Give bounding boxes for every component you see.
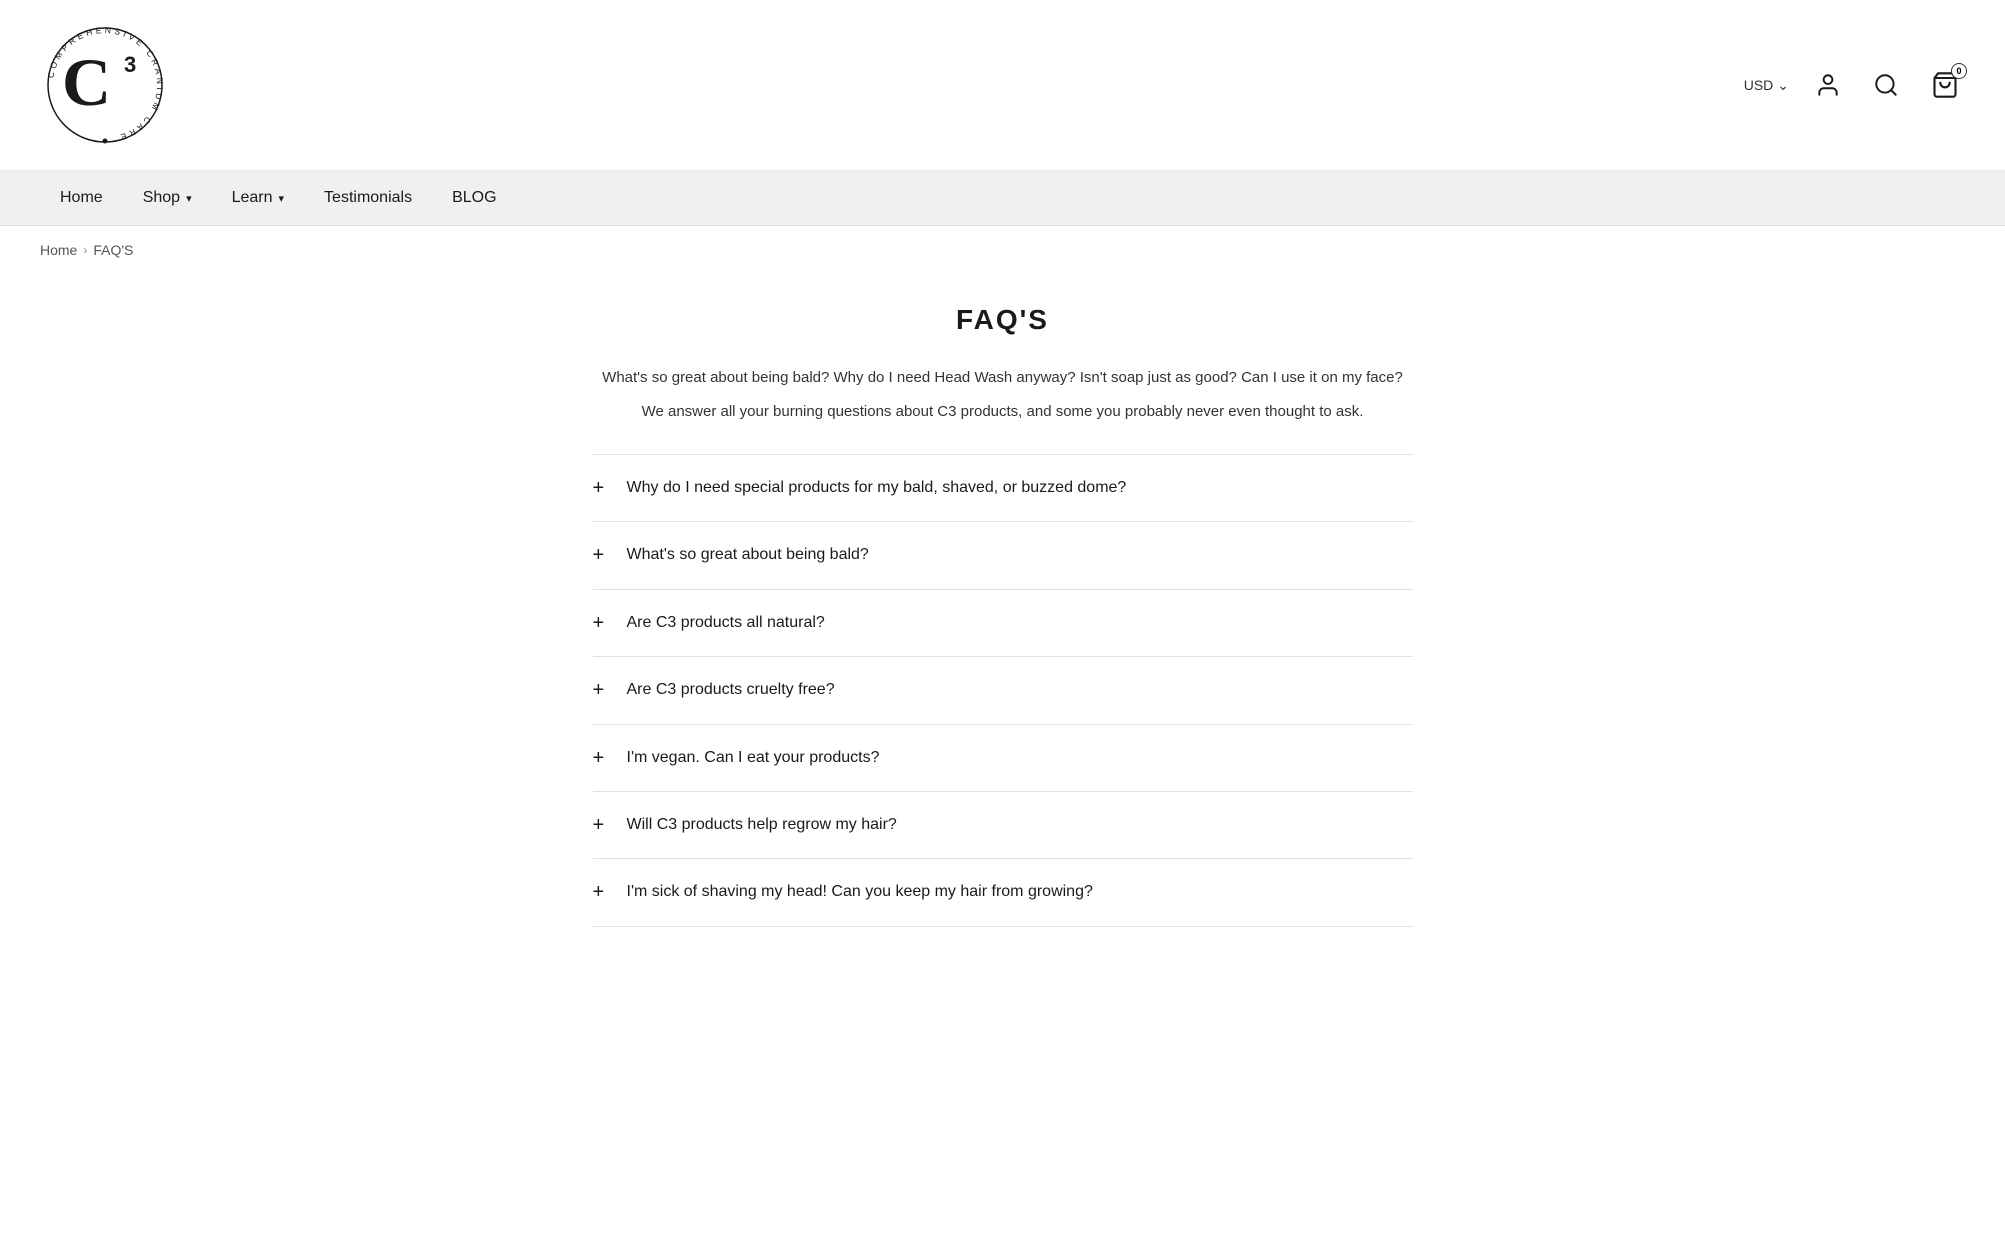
faq-intro-line1: What's so great about being bald? Why do… xyxy=(593,366,1413,390)
faq-item-2[interactable]: + Are C3 products all natural? xyxy=(593,590,1413,657)
faq-question-4: I'm vegan. Can I eat your products? xyxy=(627,747,880,769)
breadcrumb-home-link[interactable]: Home xyxy=(40,242,77,258)
nav-item-home[interactable]: Home xyxy=(40,171,123,225)
faq-question-6: I'm sick of shaving my head! Can you kee… xyxy=(627,881,1093,903)
currency-chevron-icon: ⌄ xyxy=(1777,77,1789,94)
currency-label: USD xyxy=(1744,77,1774,93)
nav-item-blog[interactable]: BLOG xyxy=(432,171,516,225)
currency-selector[interactable]: USD ⌄ xyxy=(1744,77,1789,94)
faq-expand-icon-2: + xyxy=(593,613,613,633)
breadcrumb: Home › FAQ'S xyxy=(0,226,2005,274)
faq-expand-icon-4: + xyxy=(593,748,613,768)
nav-home-label: Home xyxy=(60,189,103,207)
nav-shop-label: Shop xyxy=(143,189,180,207)
main-content: FAQ'S What's so great about being bald? … xyxy=(553,274,1453,987)
nav-learn-label: Learn xyxy=(232,189,273,207)
faq-question-2: Are C3 products all natural? xyxy=(627,612,825,634)
cart-count: 0 xyxy=(1951,63,1967,79)
account-icon xyxy=(1815,72,1841,98)
nav-item-shop[interactable]: Shop ▾ xyxy=(123,171,212,225)
account-button[interactable] xyxy=(1809,66,1847,104)
svg-text:C: C xyxy=(62,44,111,120)
search-icon xyxy=(1873,72,1899,98)
nav-item-testimonials[interactable]: Testimonials xyxy=(304,171,432,225)
header-actions: USD ⌄ 0 xyxy=(1744,65,1965,105)
nav-testimonials-label: Testimonials xyxy=(324,189,412,207)
nav-item-learn[interactable]: Learn ▾ xyxy=(212,171,304,225)
faq-intro-line2: We answer all your burning questions abo… xyxy=(593,400,1413,424)
faq-expand-icon-5: + xyxy=(593,815,613,835)
faq-item-0[interactable]: + Why do I need special products for my … xyxy=(593,455,1413,522)
breadcrumb-current: FAQ'S xyxy=(93,242,133,258)
faq-expand-icon-0: + xyxy=(593,478,613,498)
faq-expand-icon-6: + xyxy=(593,882,613,902)
site-header: COMPREHENSIVE CRANIUM CARE C 3 USD ⌄ xyxy=(0,0,2005,171)
page-title: FAQ'S xyxy=(593,304,1413,336)
faq-item-4[interactable]: + I'm vegan. Can I eat your products? xyxy=(593,725,1413,792)
faq-expand-icon-3: + xyxy=(593,680,613,700)
faq-list: + Why do I need special products for my … xyxy=(593,454,1413,927)
faq-question-0: Why do I need special products for my ba… xyxy=(627,477,1127,499)
faq-item-3[interactable]: + Are C3 products cruelty free? xyxy=(593,657,1413,724)
cart-button[interactable]: 0 xyxy=(1925,65,1965,105)
main-nav: Home Shop ▾ Learn ▾ Testimonials BLOG xyxy=(0,171,2005,226)
logo[interactable]: COMPREHENSIVE CRANIUM CARE C 3 xyxy=(40,20,170,150)
faq-item-6[interactable]: + I'm sick of shaving my head! Can you k… xyxy=(593,859,1413,926)
search-button[interactable] xyxy=(1867,66,1905,104)
faq-question-5: Will C3 products help regrow my hair? xyxy=(627,814,897,836)
logo-circle: COMPREHENSIVE CRANIUM CARE C 3 xyxy=(40,20,170,150)
faq-item-1[interactable]: + What's so great about being bald? xyxy=(593,522,1413,589)
faq-item-5[interactable]: + Will C3 products help regrow my hair? xyxy=(593,792,1413,859)
faq-question-3: Are C3 products cruelty free? xyxy=(627,679,835,701)
nav-blog-label: BLOG xyxy=(452,189,496,207)
shop-chevron-icon: ▾ xyxy=(186,192,192,205)
faq-expand-icon-1: + xyxy=(593,545,613,565)
faq-question-1: What's so great about being bald? xyxy=(627,544,869,566)
breadcrumb-separator: › xyxy=(83,243,87,257)
learn-chevron-icon: ▾ xyxy=(279,192,285,205)
svg-text:3: 3 xyxy=(124,52,136,77)
